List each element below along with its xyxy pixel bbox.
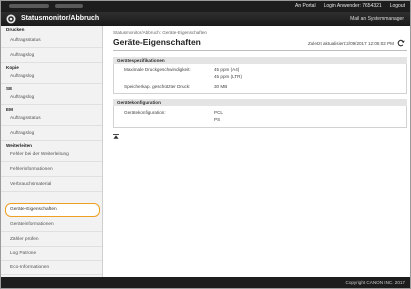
sidebar-item-se-auftragslog[interactable]: Auftragslog <box>1 91 102 105</box>
sidebar-item-kopie-auftragslog[interactable]: Auftragslog <box>1 70 102 84</box>
login-user: 7654321 <box>362 3 382 9</box>
sidebar-item-drucken-auftragslog[interactable]: Auftragslog <box>1 49 102 63</box>
top-bar-links: An Portal Login Anwender: 7654321 Logout <box>295 3 405 9</box>
sidebar-heading-drucken: Drucken <box>6 27 25 32</box>
mail-to-sysmanager-link[interactable]: Mail an Systemmanager <box>350 16 404 22</box>
main-content: Statusmonitor/Abbruch: Geräte-Eigenschaf… <box>104 26 410 277</box>
blurred-text <box>9 4 49 8</box>
device-config-label: Gerätekonfiguration: <box>124 110 166 115</box>
logout-link[interactable]: Logout <box>390 3 405 9</box>
sidebar-item-weiterleitung-fehler[interactable]: Fehler bei der Weiterleitung <box>1 148 102 162</box>
last-update-timestamp: Zuletzt aktualisiert:2/09/2017 12:05:02 … <box>307 41 394 46</box>
footer: Copyright CANON INC. 2017 <box>1 277 410 288</box>
copyright-text: Copyright CANON INC. 2017 <box>345 280 406 285</box>
sidebar-item-fehlerinformationen[interactable]: Fehlerinformationen <box>1 163 102 177</box>
app-header: Statusmonitor/Abbruch Mail an Systemmana… <box>1 12 410 26</box>
sidebar: Drucken Auftragsstatus Auftragslog Kopie… <box>1 26 103 277</box>
device-config-ps: PS <box>214 117 221 122</box>
sidebar-item-em-auftragslog[interactable]: Auftragslog <box>1 127 102 141</box>
top-bar: An Portal Login Anwender: 7654321 Logout <box>1 1 410 12</box>
sidebar-item-drucken-auftragsstatus[interactable]: Auftragsstatus <box>1 34 102 48</box>
refresh-icon[interactable] <box>397 39 405 47</box>
secure-print-storage-value: 30 MB <box>214 84 228 89</box>
app-title: Statusmonitor/Abbruch <box>21 15 100 22</box>
portal-link[interactable]: An Portal <box>295 3 316 9</box>
max-print-speed-a4: 45 ppm (A4) <box>214 67 240 72</box>
sidebar-item-geraete-eigenschaften[interactable]: Geräte-Eigenschaften <box>5 203 100 217</box>
spec-group-header: Gerätespezifikationen <box>113 57 407 64</box>
blurred-text <box>55 4 83 8</box>
device-config-pcl: PCL <box>214 110 223 115</box>
max-print-speed-label: Maximale Druckgeschwindigkeit: <box>124 67 191 72</box>
sidebar-item-eco-informationen[interactable]: Eco-Informationen <box>1 261 102 275</box>
breadcrumb: Statusmonitor/Abbruch: Geräte-Eigenschaf… <box>113 30 207 35</box>
login-label: Login Anwender: <box>323 3 361 9</box>
secure-print-storage-label: Speicherkap. geschützter Druck: <box>124 84 191 89</box>
sidebar-item-log-patrone[interactable]: Log Patrone <box>1 247 102 261</box>
config-group-header: Gerätekonfiguration <box>113 99 407 106</box>
sidebar-item-zaehler-pruefen[interactable]: Zähler prüfen <box>1 233 102 247</box>
max-print-speed-ltr: 45 ppm (LTR) <box>214 74 242 79</box>
login-info: Login Anwender: 7654321 <box>324 3 382 9</box>
title-divider <box>113 50 407 51</box>
back-to-top-icon[interactable] <box>113 134 119 139</box>
monitor-logo-icon <box>6 14 16 24</box>
sidebar-item-verbrauchsmaterial[interactable]: Verbrauchsmaterial <box>1 178 102 192</box>
page-title: Geräte-Eigenschaften <box>113 37 201 47</box>
sidebar-item-em-auftragsstatus[interactable]: Auftragsstatus <box>1 112 102 126</box>
sidebar-item-geraeteinformationen[interactable]: Geräteinformationen <box>1 218 102 232</box>
